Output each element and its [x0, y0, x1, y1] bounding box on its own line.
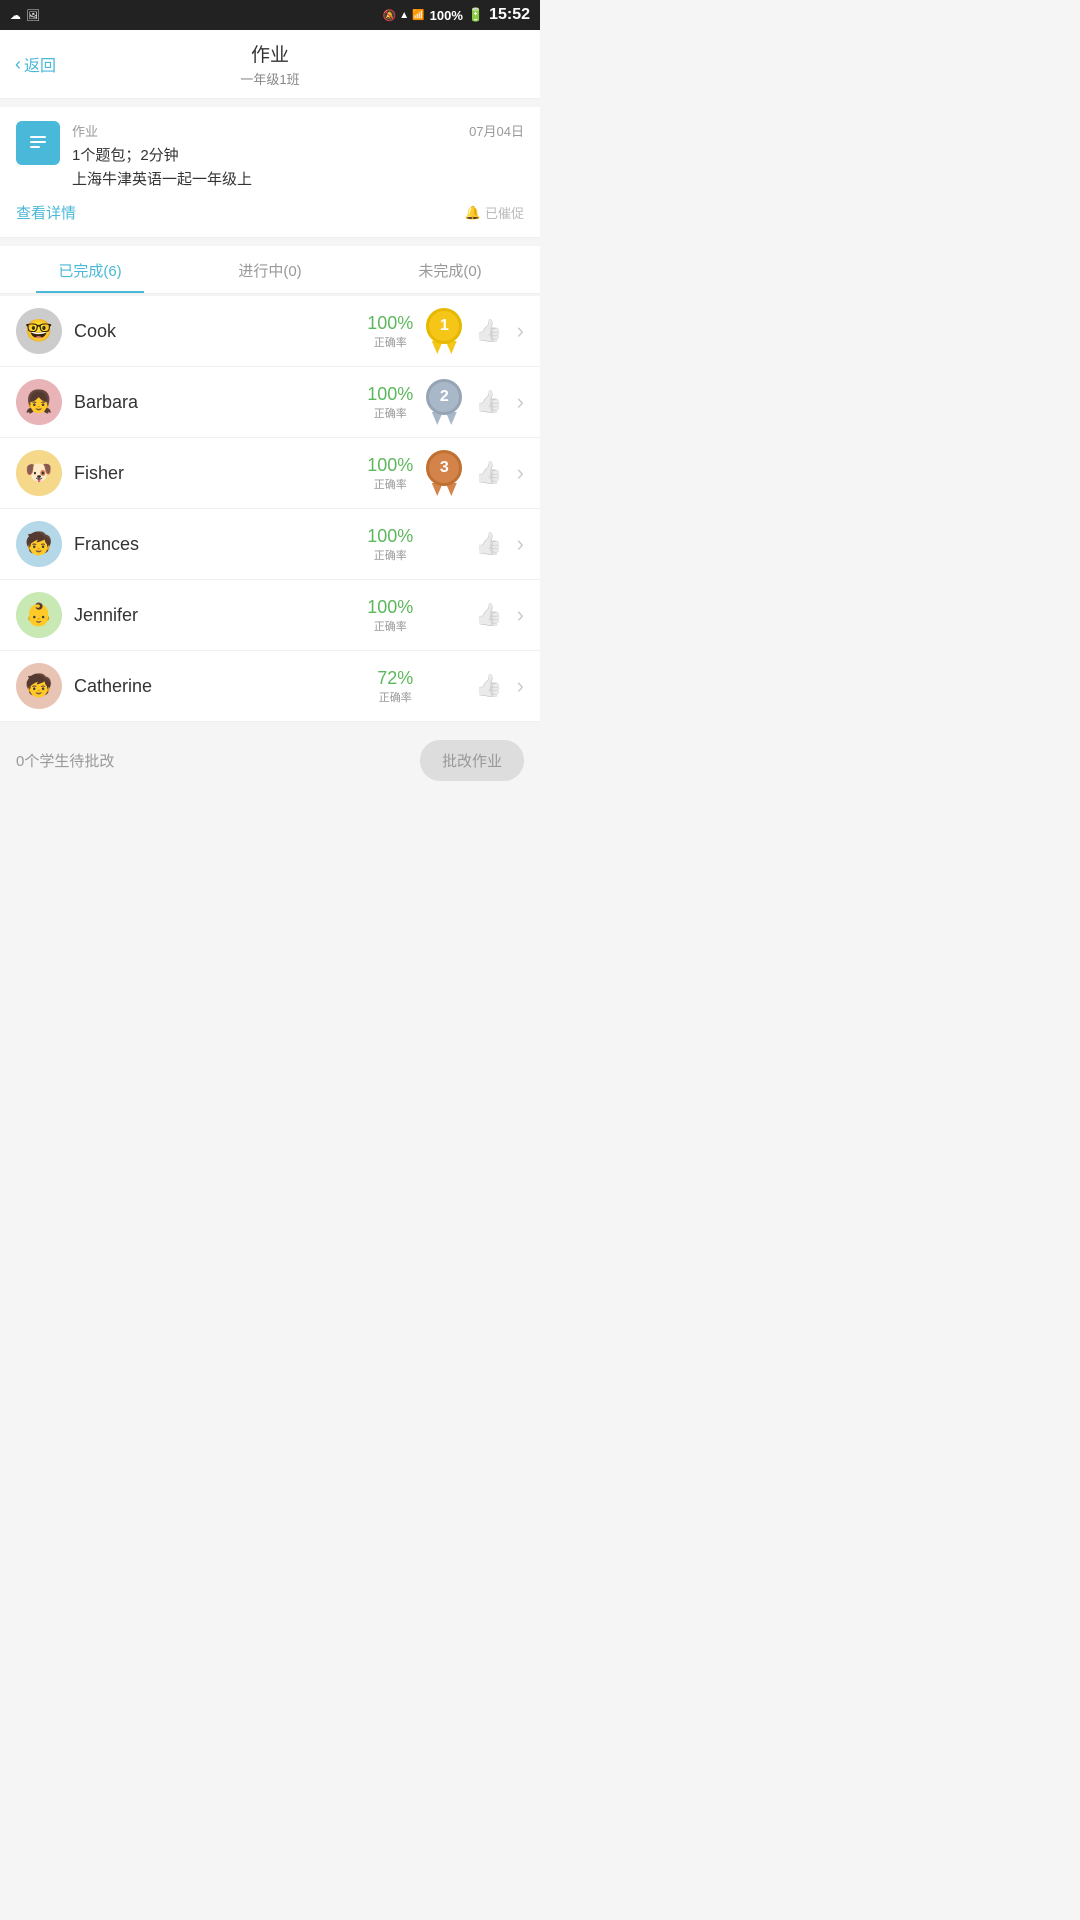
- medal-badge: 1: [423, 308, 465, 354]
- avatar: 👶: [16, 592, 62, 638]
- student-score: 100%正确率: [367, 455, 413, 492]
- score-percent: 100%: [367, 313, 413, 334]
- pending-count-text: 0个学生待批改: [16, 750, 114, 771]
- table-row[interactable]: 🤓 Cook100%正确率 1 👍 ›: [0, 296, 540, 367]
- bluetooth-icon: 🔕: [383, 9, 397, 22]
- page-title: 作业: [0, 40, 540, 67]
- tab-inprogress[interactable]: 进行中(0): [180, 246, 360, 293]
- score-label: 正确率: [367, 547, 413, 563]
- student-score: 100%正确率: [367, 597, 413, 634]
- page-header: ‹ 返回 作业 一年级1班: [0, 30, 540, 99]
- remind-button[interactable]: 🔔 已催促: [465, 203, 524, 222]
- assignment-desc: 1个题包；2分钟 上海牛津英语一起一年级上: [72, 144, 524, 192]
- score-label: 正确率: [367, 476, 413, 492]
- bottom-bar: 0个学生待批改 批改作业: [0, 724, 540, 797]
- table-row[interactable]: 👧 Barbara100%正确率 2 👍 ›: [0, 367, 540, 438]
- student-score: 100%正确率: [367, 313, 413, 350]
- table-row[interactable]: 🧒 Catherine72%正确率 👍 ›: [0, 651, 540, 722]
- signal-icon: 📶: [412, 10, 424, 21]
- status-bar: ☁ 🖼 🔕 ▲ 📶 100% 🔋 15:52: [0, 0, 540, 30]
- tabs-container: 已完成(6) 进行中(0) 未完成(0): [0, 246, 540, 294]
- avatar: 🧒: [16, 521, 62, 567]
- medal-badge: 3: [423, 450, 465, 496]
- tab-incomplete[interactable]: 未完成(0): [360, 246, 540, 293]
- student-name: Barbara: [74, 392, 367, 413]
- tab-completed[interactable]: 已完成(6): [0, 246, 180, 293]
- batch-review-button[interactable]: 批改作业: [420, 740, 524, 781]
- student-score: 100%正确率: [367, 384, 413, 421]
- student-name: Frances: [74, 534, 367, 555]
- chevron-right-icon: ›: [517, 460, 524, 486]
- score-percent: 100%: [367, 597, 413, 618]
- score-percent: 72%: [377, 668, 413, 689]
- chevron-right-icon: ›: [517, 318, 524, 344]
- score-percent: 100%: [367, 384, 413, 405]
- back-label: 返回: [24, 52, 56, 76]
- assignment-icon: [16, 121, 60, 165]
- signal-icons: 🔕 ▲ 📶: [383, 9, 425, 22]
- like-button[interactable]: 👍: [475, 318, 502, 344]
- tab-incomplete-label: 未完成(0): [418, 263, 481, 280]
- image-icon: 🖼: [26, 9, 40, 22]
- chevron-right-icon: ›: [517, 673, 524, 699]
- like-button[interactable]: 👍: [475, 531, 502, 557]
- assignment-label: 作业: [72, 121, 98, 140]
- chevron-right-icon: ›: [517, 531, 524, 557]
- score-percent: 100%: [367, 455, 413, 476]
- assignment-desc-line2: 上海牛津英语一起一年级上: [72, 168, 524, 192]
- assignment-desc-line1: 1个题包；2分钟: [72, 144, 524, 168]
- time-display: 15:52: [489, 6, 530, 24]
- remind-label: 已催促: [485, 203, 524, 222]
- table-row[interactable]: 🧒 Frances100%正确率 👍 ›: [0, 509, 540, 580]
- score-label: 正确率: [367, 334, 413, 350]
- assignment-info: 作业 07月04日 1个题包；2分钟 上海牛津英语一起一年级上: [72, 121, 524, 192]
- like-button[interactable]: 👍: [475, 389, 502, 415]
- assignment-date: 07月04日: [469, 121, 524, 140]
- student-name: Jennifer: [74, 605, 367, 626]
- tab-completed-label: 已完成(6): [58, 263, 121, 280]
- table-row[interactable]: 🐶 Fisher100%正确率 3 👍 ›: [0, 438, 540, 509]
- like-button[interactable]: 👍: [475, 602, 502, 628]
- status-left-icons: ☁ 🖼: [10, 9, 40, 22]
- avatar: 🤓: [16, 308, 62, 354]
- avatar: 🐶: [16, 450, 62, 496]
- score-percent: 100%: [367, 526, 413, 547]
- back-chevron-icon: ‹: [15, 54, 21, 75]
- cloud-icon: ☁: [10, 9, 21, 22]
- like-button[interactable]: 👍: [475, 673, 502, 699]
- footer-spacer: [0, 797, 540, 857]
- chevron-right-icon: ›: [517, 602, 524, 628]
- student-list: 🤓Cook100%正确率1👍›👧Barbara100%正确率2👍›🐶Fisher…: [0, 296, 540, 722]
- chevron-right-icon: ›: [517, 389, 524, 415]
- student-score: 100%正确率: [367, 526, 413, 563]
- battery-icon: 🔋: [468, 7, 484, 23]
- student-score: 72%正确率: [377, 668, 413, 705]
- tab-inprogress-label: 进行中(0): [238, 263, 301, 280]
- assignment-card: 作业 07月04日 1个题包；2分钟 上海牛津英语一起一年级上 查看详情 🔔 已…: [0, 107, 540, 238]
- score-label: 正确率: [367, 405, 413, 421]
- table-row[interactable]: 👶 Jennifer100%正确率 👍 ›: [0, 580, 540, 651]
- avatar: 👧: [16, 379, 62, 425]
- assignment-actions: 查看详情 🔔 已催促: [16, 202, 524, 223]
- view-detail-button[interactable]: 查看详情: [16, 202, 76, 223]
- battery-percent: 100%: [430, 8, 463, 23]
- student-name: Fisher: [74, 463, 367, 484]
- wifi-icon: ▲: [399, 10, 409, 21]
- bell-icon: 🔔: [465, 205, 481, 221]
- avatar: 🧒: [16, 663, 62, 709]
- score-label: 正确率: [377, 689, 413, 705]
- like-button[interactable]: 👍: [475, 460, 502, 486]
- page-subtitle: 一年级1班: [0, 69, 540, 88]
- student-name: Cook: [74, 321, 367, 342]
- score-label: 正确率: [367, 618, 413, 634]
- student-name: Catherine: [74, 676, 377, 697]
- status-right-info: 🔕 ▲ 📶 100% 🔋 15:52: [383, 6, 530, 24]
- medal-badge: 2: [423, 379, 465, 425]
- back-button[interactable]: ‹ 返回: [15, 52, 56, 76]
- assignment-header: 作业 07月04日 1个题包；2分钟 上海牛津英语一起一年级上: [16, 121, 524, 192]
- tabs: 已完成(6) 进行中(0) 未完成(0): [0, 246, 540, 293]
